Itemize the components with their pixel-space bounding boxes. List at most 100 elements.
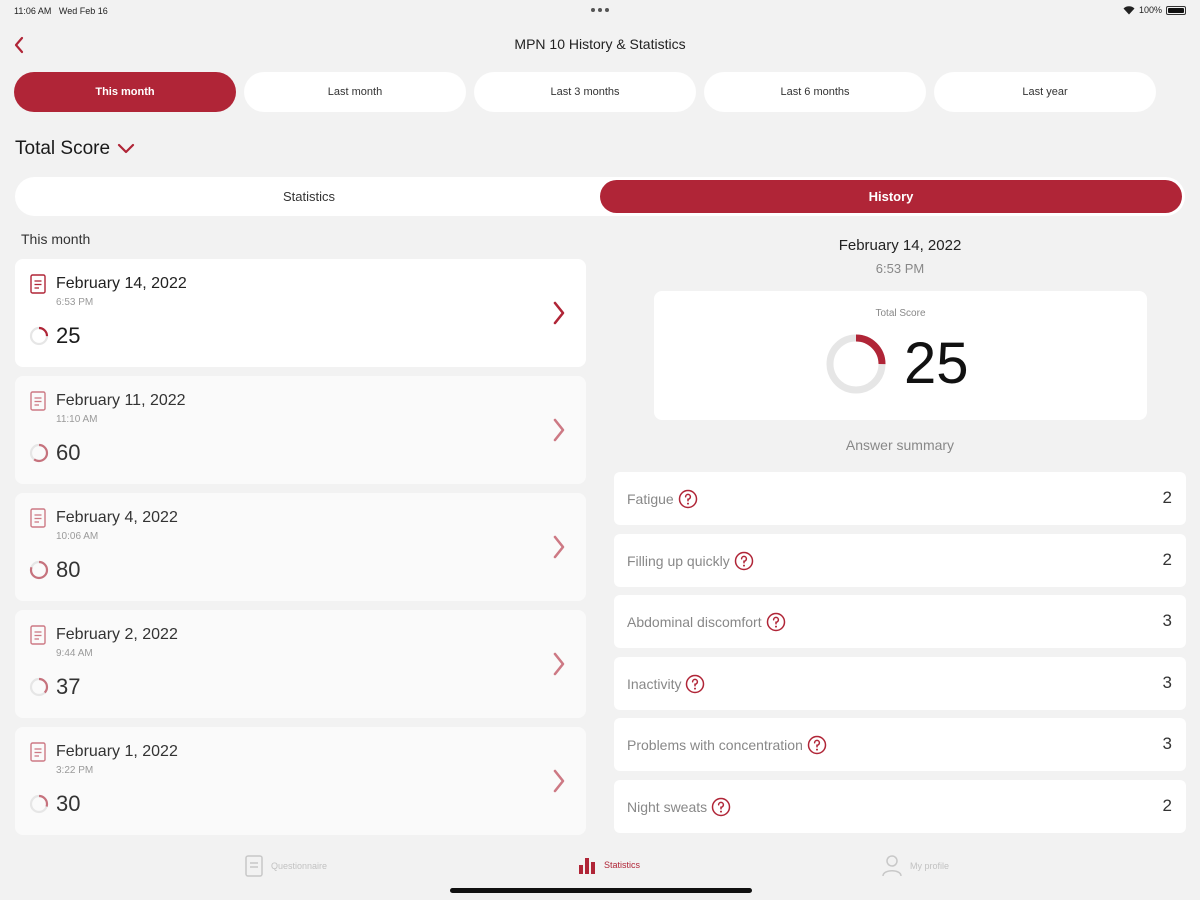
history-entry-time: 11:10 AM	[56, 414, 98, 425]
period-last-month[interactable]: Last month	[244, 72, 466, 112]
history-section-label: This month	[21, 231, 91, 247]
answer-value: 2	[1162, 795, 1172, 815]
score-type-dropdown[interactable]: Total Score	[15, 138, 136, 160]
history-entry-time: 9:44 AM	[56, 648, 93, 659]
answer-label-group: Problems with concentration	[627, 735, 827, 755]
document-icon	[30, 391, 46, 411]
tab-questionnaire[interactable]: Questionnaire	[245, 855, 327, 877]
document-icon	[245, 855, 263, 877]
battery-percent: 100%	[1138, 5, 1162, 15]
document-icon	[30, 742, 46, 762]
answer-row: Abdominal discomfort 3	[614, 595, 1186, 648]
help-icon[interactable]	[807, 735, 827, 755]
history-entry[interactable]: February 14, 2022 6:53 PM 25	[15, 259, 586, 367]
score-ring-icon	[29, 677, 49, 697]
tab-statistics-label: Statistics	[604, 860, 641, 870]
history-entry-score: 25	[56, 323, 81, 348]
answer-value: 3	[1162, 611, 1172, 630]
answer-label: Night sweats	[627, 798, 708, 815]
period-last-6-months[interactable]: Last 6 months	[704, 72, 926, 112]
answer-row: Fatigue 2	[614, 472, 1186, 525]
answer-value: 3	[1162, 672, 1172, 692]
home-indicator	[450, 888, 752, 893]
view-segmented-control: Statistics History	[15, 177, 1185, 216]
answer-label-group: Night sweats	[627, 797, 731, 817]
answer-summary-label: Answer summary	[845, 437, 955, 453]
answer-label-group: Filling up quickly	[627, 551, 754, 571]
history-entry-time: 10:06 AM	[56, 531, 99, 542]
chevron-right-icon	[553, 535, 565, 559]
answer-row: Inactivity 3	[614, 656, 1186, 710]
answer-label: Problems with concentration	[627, 737, 803, 753]
period-filter: This month Last month Last 3 months Last…	[14, 72, 1156, 112]
tab-my-profile-label: My profile	[910, 861, 950, 871]
history-entry-score: 37	[56, 674, 81, 699]
help-icon[interactable]	[678, 489, 698, 509]
history-entry[interactable]: February 4, 2022 10:06 AM 80	[15, 493, 586, 601]
history-entry-score: 80	[56, 557, 81, 582]
multitasking-dots-icon[interactable]	[591, 8, 609, 12]
answer-label: Fatigue	[627, 491, 674, 507]
status-date: Wed Feb 16	[58, 6, 108, 16]
help-icon[interactable]	[766, 612, 786, 632]
help-icon[interactable]	[685, 674, 705, 694]
score-ring-icon	[29, 794, 49, 814]
answer-row: Night sweats 2	[614, 779, 1186, 833]
score-ring-icon	[29, 443, 49, 463]
history-entry[interactable]: February 2, 2022 9:44 AM 37	[15, 610, 586, 718]
answer-value: 2	[1162, 488, 1172, 507]
answer-row: Filling up quickly 2	[614, 533, 1186, 587]
history-entry[interactable]: February 1, 2022 3:22 PM 30	[15, 727, 586, 835]
total-score-card: Total Score 25	[654, 291, 1147, 420]
document-icon	[30, 508, 46, 528]
chevron-down-icon	[117, 143, 135, 154]
answer-summary-list: Fatigue 2 Filling up quickly 2 Abdominal dis…	[614, 472, 1186, 841]
bar-chart-icon	[579, 858, 595, 874]
history-entry-date: February 1, 2022	[56, 743, 178, 760]
document-icon	[30, 274, 46, 294]
score-type-label: Total Score	[15, 138, 111, 159]
document-icon	[30, 625, 46, 645]
score-ring-icon	[29, 326, 49, 346]
history-entry-date: February 4, 2022	[56, 509, 178, 526]
period-last-3-months[interactable]: Last 3 months	[474, 72, 696, 112]
history-entry-score: 60	[56, 440, 81, 465]
answer-label-group: Abdominal discomfort	[627, 612, 786, 632]
tab-questionnaire-label: Questionnaire	[271, 861, 328, 871]
person-icon	[882, 855, 902, 877]
total-score-value: 25	[904, 331, 969, 396]
answer-row: Problems with concentration 3	[614, 718, 1186, 771]
status-indicators: 100%	[1123, 5, 1186, 15]
answer-label: Abdominal discomfort	[627, 614, 762, 630]
total-score-label: Total Score	[875, 308, 926, 319]
answer-value: 2	[1162, 549, 1172, 569]
answer-label-group: Inactivity	[627, 674, 705, 694]
status-time-date: 11:06 AM Wed Feb 16	[14, 6, 108, 16]
period-last-year[interactable]: Last year	[934, 72, 1156, 112]
bottom-tab-bar: Questionnaire Statistics My profile	[0, 845, 1200, 900]
battery-icon	[1166, 5, 1186, 15]
history-entry-date: February 2, 2022	[56, 626, 178, 643]
help-icon[interactable]	[711, 797, 731, 817]
answer-value: 3	[1162, 734, 1172, 753]
tab-my-profile[interactable]: My profile	[882, 855, 949, 877]
history-list: February 14, 2022 6:53 PM 25 February 11, 2…	[15, 259, 586, 844]
answer-label: Inactivity	[627, 675, 682, 692]
help-icon[interactable]	[734, 551, 754, 571]
chevron-right-icon	[553, 769, 565, 793]
wifi-icon	[1123, 5, 1135, 14]
answer-label: Filling up quickly	[627, 552, 730, 569]
tab-statistics[interactable]: Statistics	[18, 180, 600, 213]
navigation-header: MPN 10 History & Statistics	[0, 30, 1200, 60]
period-this-month[interactable]: This month	[14, 72, 236, 112]
page-title: MPN 10 History & Statistics	[514, 36, 686, 52]
tab-statistics-nav[interactable]: Statistics	[578, 855, 640, 875]
history-entry[interactable]: February 11, 2022 11:10 AM 60	[15, 376, 586, 484]
answer-label-group: Fatigue	[627, 489, 698, 509]
tab-history[interactable]: History	[600, 180, 1182, 213]
score-ring-icon	[826, 334, 886, 394]
chevron-right-icon	[553, 418, 565, 442]
chevron-right-icon	[553, 652, 565, 676]
detail-date: February 14, 2022	[838, 237, 962, 254]
history-entry-time: 6:53 PM	[56, 297, 94, 308]
